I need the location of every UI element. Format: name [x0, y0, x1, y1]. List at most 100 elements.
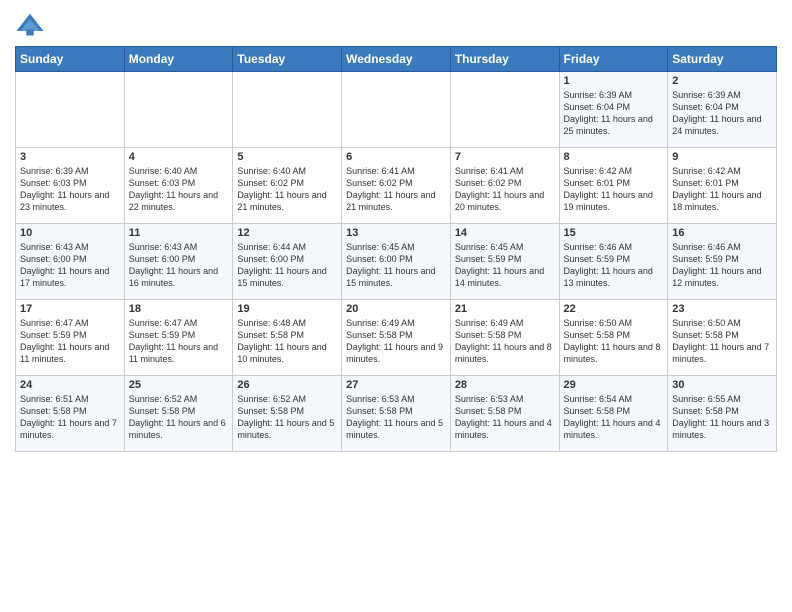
day-info: Sunrise: 6:40 AM Sunset: 6:02 PM Dayligh…: [237, 165, 337, 214]
day-cell: 28 Sunrise: 6:53 AM Sunset: 5:58 PM Dayli…: [450, 376, 559, 452]
day-info: Sunrise: 6:54 AM Sunset: 5:58 PM Dayligh…: [564, 393, 664, 442]
day-info: Sunrise: 6:40 AM Sunset: 6:03 PM Dayligh…: [129, 165, 229, 214]
day-info: Sunrise: 6:39 AM Sunset: 6:03 PM Dayligh…: [20, 165, 120, 214]
day-cell: 15 Sunrise: 6:46 AM Sunset: 5:59 PM Dayli…: [559, 224, 668, 300]
day-info: Sunrise: 6:51 AM Sunset: 5:58 PM Dayligh…: [20, 393, 120, 442]
day-info: Sunrise: 6:49 AM Sunset: 5:58 PM Dayligh…: [455, 317, 555, 366]
day-info: Sunrise: 6:53 AM Sunset: 5:58 PM Dayligh…: [455, 393, 555, 442]
day-cell: [233, 72, 342, 148]
day-info: Sunrise: 6:42 AM Sunset: 6:01 PM Dayligh…: [672, 165, 772, 214]
day-cell: 7 Sunrise: 6:41 AM Sunset: 6:02 PM Daylig…: [450, 148, 559, 224]
day-cell: 8 Sunrise: 6:42 AM Sunset: 6:01 PM Daylig…: [559, 148, 668, 224]
day-number: 17: [20, 303, 120, 315]
day-number: 29: [564, 379, 664, 391]
day-info: Sunrise: 6:47 AM Sunset: 5:59 PM Dayligh…: [20, 317, 120, 366]
day-number: 7: [455, 151, 555, 163]
day-info: Sunrise: 6:39 AM Sunset: 6:04 PM Dayligh…: [672, 89, 772, 138]
day-cell: 17 Sunrise: 6:47 AM Sunset: 5:59 PM Dayli…: [16, 300, 125, 376]
day-number: 25: [129, 379, 229, 391]
week-row-5: 24Sunrise: 6:51 AM Sunset: 5:58 PM Dayli…: [16, 376, 777, 452]
day-cell: 12Sunrise: 6:44 AM Sunset: 6:00 PM Dayli…: [233, 224, 342, 300]
col-header-monday: Monday: [124, 47, 233, 72]
day-cell: 25Sunrise: 6:52 AM Sunset: 5:58 PM Dayli…: [124, 376, 233, 452]
day-number: 9: [672, 151, 772, 163]
day-info: Sunrise: 6:45 AM Sunset: 5:59 PM Dayligh…: [455, 241, 555, 290]
day-number: 10: [20, 227, 120, 239]
day-number: 30: [672, 379, 772, 391]
week-row-3: 10 Sunrise: 6:43 AM Sunset: 6:00 PM Dayli…: [16, 224, 777, 300]
day-info: Sunrise: 6:42 AM Sunset: 6:01 PM Dayligh…: [564, 165, 664, 214]
day-cell: 9 Sunrise: 6:42 AM Sunset: 6:01 PM Daylig…: [668, 148, 777, 224]
day-info: Sunrise: 6:46 AM Sunset: 5:59 PM Dayligh…: [564, 241, 664, 290]
calendar-header-row: SundayMondayTuesdayWednesdayThursdayFrid…: [16, 47, 777, 72]
col-header-wednesday: Wednesday: [342, 47, 451, 72]
day-info: Sunrise: 6:41 AM Sunset: 6:02 PM Dayligh…: [346, 165, 446, 214]
day-number: 14: [455, 227, 555, 239]
day-cell: 3 Sunrise: 6:39 AM Sunset: 6:03 PM Daylig…: [16, 148, 125, 224]
calendar-table: SundayMondayTuesdayWednesdayThursdayFrid…: [15, 46, 777, 452]
day-cell: 1 Sunrise: 6:39 AM Sunset: 6:04 PM Daylig…: [559, 72, 668, 148]
day-number: 15: [564, 227, 664, 239]
day-info: Sunrise: 6:46 AM Sunset: 5:59 PM Dayligh…: [672, 241, 772, 290]
day-info: Sunrise: 6:49 AM Sunset: 5:58 PM Dayligh…: [346, 317, 446, 366]
day-info: Sunrise: 6:44 AM Sunset: 6:00 PM Dayligh…: [237, 241, 337, 290]
day-cell: 30 Sunrise: 6:55 AM Sunset: 5:58 PM Dayli…: [668, 376, 777, 452]
day-number: 11: [129, 227, 229, 239]
day-number: 19: [237, 303, 337, 315]
day-number: 20: [346, 303, 446, 315]
logo-icon: [15, 10, 45, 40]
day-info: Sunrise: 6:41 AM Sunset: 6:02 PM Dayligh…: [455, 165, 555, 214]
day-info: Sunrise: 6:52 AM Sunset: 5:58 PM Dayligh…: [237, 393, 337, 442]
day-number: 26: [237, 379, 337, 391]
day-cell: 4 Sunrise: 6:40 AM Sunset: 6:03 PM Daylig…: [124, 148, 233, 224]
day-cell: 19Sunrise: 6:48 AM Sunset: 5:58 PM Dayli…: [233, 300, 342, 376]
day-info: Sunrise: 6:43 AM Sunset: 6:00 PM Dayligh…: [20, 241, 120, 290]
week-row-1: 1 Sunrise: 6:39 AM Sunset: 6:04 PM Daylig…: [16, 72, 777, 148]
day-number: 13: [346, 227, 446, 239]
day-number: 6: [346, 151, 446, 163]
day-cell: 13 Sunrise: 6:45 AM Sunset: 6:00 PM Dayli…: [342, 224, 451, 300]
col-header-tuesday: Tuesday: [233, 47, 342, 72]
col-header-sunday: Sunday: [16, 47, 125, 72]
day-cell: 2 Sunrise: 6:39 AM Sunset: 6:04 PM Daylig…: [668, 72, 777, 148]
day-cell: 24Sunrise: 6:51 AM Sunset: 5:58 PM Dayli…: [16, 376, 125, 452]
header: [15, 10, 777, 40]
day-cell: [16, 72, 125, 148]
logo: [15, 10, 49, 40]
col-header-saturday: Saturday: [668, 47, 777, 72]
day-cell: 23Sunrise: 6:50 AM Sunset: 5:58 PM Dayli…: [668, 300, 777, 376]
day-info: Sunrise: 6:45 AM Sunset: 6:00 PM Dayligh…: [346, 241, 446, 290]
day-info: Sunrise: 6:47 AM Sunset: 5:59 PM Dayligh…: [129, 317, 229, 366]
day-number: 27: [346, 379, 446, 391]
page-container: SundayMondayTuesdayWednesdayThursdayFrid…: [0, 0, 792, 462]
col-header-thursday: Thursday: [450, 47, 559, 72]
day-info: Sunrise: 6:55 AM Sunset: 5:58 PM Dayligh…: [672, 393, 772, 442]
day-cell: 21 Sunrise: 6:49 AM Sunset: 5:58 PM Dayli…: [450, 300, 559, 376]
day-cell: 5Sunrise: 6:40 AM Sunset: 6:02 PM Daylig…: [233, 148, 342, 224]
day-number: 28: [455, 379, 555, 391]
day-cell: [124, 72, 233, 148]
day-cell: 26 Sunrise: 6:52 AM Sunset: 5:58 PM Dayli…: [233, 376, 342, 452]
day-number: 3: [20, 151, 120, 163]
day-number: 4: [129, 151, 229, 163]
day-info: Sunrise: 6:53 AM Sunset: 5:58 PM Dayligh…: [346, 393, 446, 442]
day-cell: 16 Sunrise: 6:46 AM Sunset: 5:59 PM Dayli…: [668, 224, 777, 300]
day-number: 23: [672, 303, 772, 315]
day-number: 21: [455, 303, 555, 315]
day-cell: 20 Sunrise: 6:49 AM Sunset: 5:58 PM Dayli…: [342, 300, 451, 376]
day-info: Sunrise: 6:39 AM Sunset: 6:04 PM Dayligh…: [564, 89, 664, 138]
day-number: 8: [564, 151, 664, 163]
day-number: 18: [129, 303, 229, 315]
day-cell: 18 Sunrise: 6:47 AM Sunset: 5:59 PM Dayli…: [124, 300, 233, 376]
day-number: 2: [672, 75, 772, 87]
week-row-4: 17 Sunrise: 6:47 AM Sunset: 5:59 PM Dayli…: [16, 300, 777, 376]
day-cell: 27 Sunrise: 6:53 AM Sunset: 5:58 PM Dayli…: [342, 376, 451, 452]
day-cell: 6 Sunrise: 6:41 AM Sunset: 6:02 PM Daylig…: [342, 148, 451, 224]
day-cell: 10 Sunrise: 6:43 AM Sunset: 6:00 PM Dayli…: [16, 224, 125, 300]
week-row-2: 3 Sunrise: 6:39 AM Sunset: 6:03 PM Daylig…: [16, 148, 777, 224]
day-cell: 11Sunrise: 6:43 AM Sunset: 6:00 PM Dayli…: [124, 224, 233, 300]
day-number: 16: [672, 227, 772, 239]
day-cell: 14 Sunrise: 6:45 AM Sunset: 5:59 PM Dayli…: [450, 224, 559, 300]
day-number: 1: [564, 75, 664, 87]
col-header-friday: Friday: [559, 47, 668, 72]
